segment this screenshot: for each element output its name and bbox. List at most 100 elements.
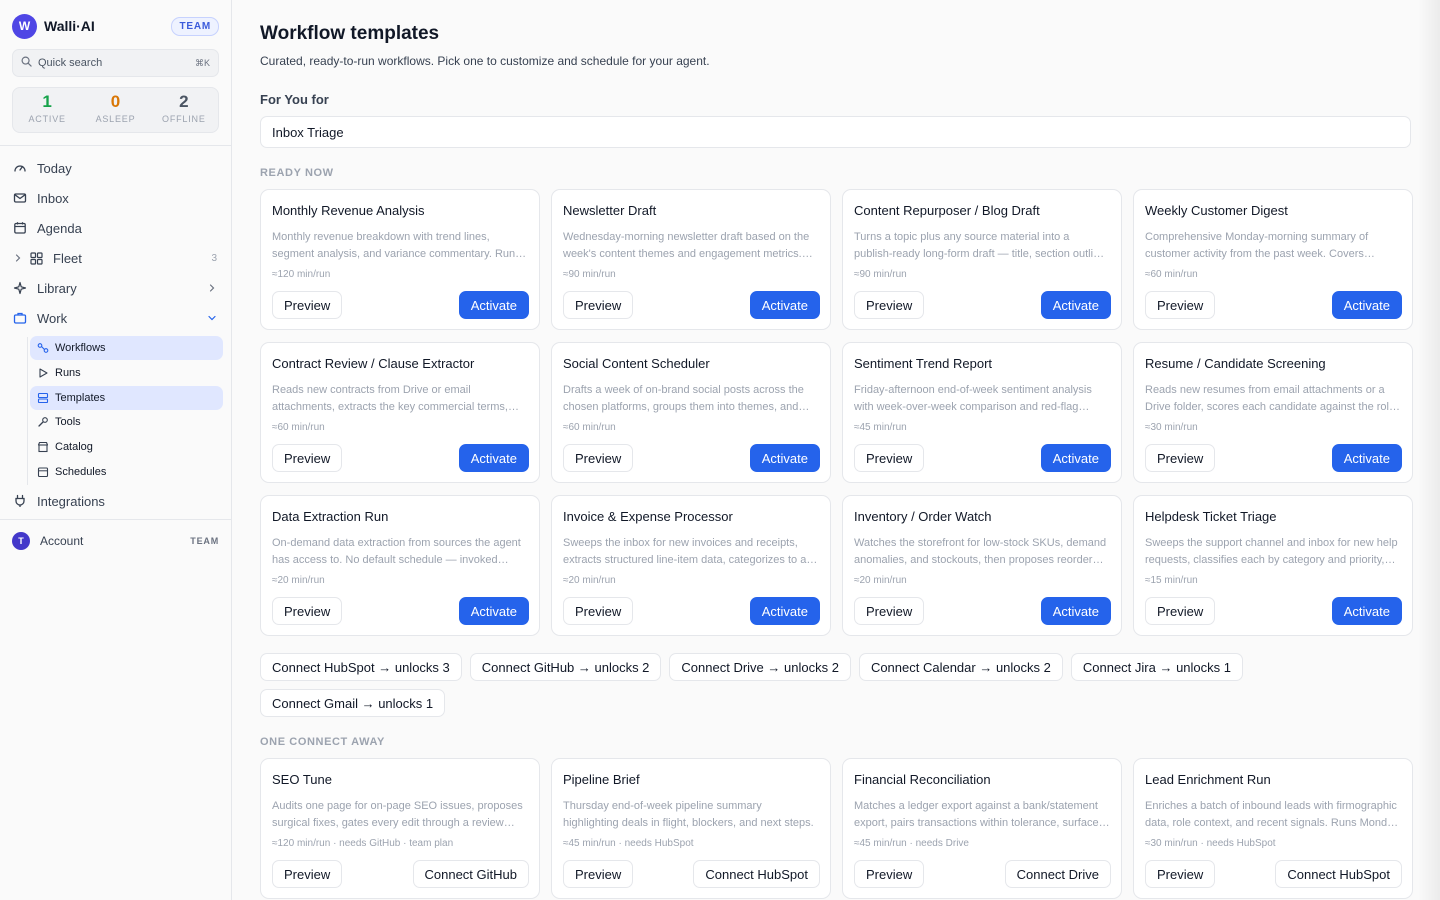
chevron-down-icon[interactable] bbox=[207, 313, 217, 323]
subnav-runs[interactable]: Runs bbox=[30, 361, 223, 385]
nav-today[interactable]: Today bbox=[12, 155, 223, 181]
quick-search[interactable]: ⌘K bbox=[12, 49, 219, 77]
template-description: Reads new resumes from email attachments… bbox=[1145, 384, 1396, 413]
activate-button[interactable]: Activate bbox=[458, 291, 529, 319]
activate-button[interactable]: Activate bbox=[1331, 444, 1402, 472]
activate-button[interactable]: Activate bbox=[749, 444, 820, 472]
connect-integration-button[interactable]: Connect HubSpot bbox=[1275, 860, 1402, 888]
stat-asleep[interactable]: 0 ASLEEP bbox=[81, 88, 149, 132]
preview-button[interactable]: Preview bbox=[854, 444, 925, 472]
preview-button[interactable]: Preview bbox=[272, 860, 343, 888]
connect-chip[interactable]: Connect HubSpot → unlocks 3 bbox=[260, 653, 462, 681]
account-menu[interactable]: T Account TEAM bbox=[12, 530, 219, 552]
template-title: Content Repurposer / Blog Draft bbox=[854, 203, 1040, 218]
template-title: Resume / Candidate Screening bbox=[1145, 356, 1326, 371]
preview-button[interactable]: Preview bbox=[854, 860, 925, 888]
template-actions: Preview Activate bbox=[1145, 597, 1402, 625]
subnav-schedules-label: Schedules bbox=[55, 466, 107, 478]
connect-chip[interactable]: Connect GitHub → unlocks 2 bbox=[469, 653, 662, 681]
activate-button[interactable]: Activate bbox=[749, 597, 820, 625]
template-icon bbox=[36, 392, 49, 405]
preview-button[interactable]: Preview bbox=[563, 444, 634, 472]
template-card[interactable]: Pipeline Brief Thursday end-of-week pipel… bbox=[551, 758, 831, 899]
template-title: Inventory / Order Watch bbox=[854, 509, 992, 524]
preview-button[interactable]: Preview bbox=[1145, 597, 1216, 625]
connect-chip[interactable]: Connect Gmail → unlocks 1 bbox=[260, 689, 446, 717]
template-actions: Preview Connect HubSpot bbox=[563, 860, 820, 888]
preview-button[interactable]: Preview bbox=[563, 291, 634, 319]
activate-button[interactable]: Activate bbox=[1040, 291, 1111, 319]
ready-templates-grid: Monthly Revenue Analysis Monthly revenue … bbox=[260, 189, 1413, 636]
template-card[interactable]: Newsletter Draft Wednesday-morning newsle… bbox=[551, 189, 831, 330]
connect-chip[interactable]: Connect Calendar → unlocks 2 bbox=[858, 653, 1063, 681]
activate-button[interactable]: Activate bbox=[458, 597, 529, 625]
preview-button[interactable]: Preview bbox=[1145, 860, 1216, 888]
nav-integrations[interactable]: Integrations bbox=[12, 488, 223, 514]
preview-button[interactable]: Preview bbox=[854, 291, 925, 319]
template-card[interactable]: SEO Tune Audits one page for on-page SEO … bbox=[260, 758, 540, 899]
preview-button[interactable]: Preview bbox=[272, 291, 343, 319]
preview-button[interactable]: Preview bbox=[1145, 444, 1216, 472]
for-you-field[interactable] bbox=[260, 116, 1411, 148]
stat-active-label: ACTIVE bbox=[28, 114, 66, 124]
connect-integration-button[interactable]: Connect GitHub bbox=[412, 860, 529, 888]
template-description: Matches a ledger export against a bank/s… bbox=[854, 800, 1105, 829]
template-card[interactable]: Helpdesk Ticket Triage Sweeps the support… bbox=[1133, 495, 1413, 636]
nav-fleet[interactable]: Fleet 3 bbox=[12, 245, 223, 271]
template-card[interactable]: Invoice & Expense Processor Sweeps the in… bbox=[551, 495, 831, 636]
subnav-schedules[interactable]: Schedules bbox=[30, 460, 223, 484]
activate-button[interactable]: Activate bbox=[749, 291, 820, 319]
activate-button[interactable]: Activate bbox=[1331, 597, 1402, 625]
stat-active[interactable]: 1 ACTIVE bbox=[13, 88, 81, 132]
gauge-icon bbox=[12, 160, 28, 176]
search-input[interactable] bbox=[38, 57, 195, 69]
subnav-workflows[interactable]: Workflows bbox=[30, 336, 223, 360]
brand-logo: W bbox=[12, 13, 37, 39]
subnav-templates[interactable]: Templates bbox=[30, 386, 223, 410]
nav-inbox[interactable]: Inbox bbox=[12, 185, 223, 211]
preview-button[interactable]: Preview bbox=[854, 597, 925, 625]
template-title: SEO Tune bbox=[272, 772, 332, 787]
nav-agenda[interactable]: Agenda bbox=[12, 215, 223, 241]
preview-button[interactable]: Preview bbox=[1145, 291, 1216, 319]
subnav-catalog[interactable]: Catalog bbox=[30, 435, 223, 459]
brand[interactable]: W Walli·AI TEAM bbox=[12, 13, 219, 39]
connect-chip[interactable]: Connect Jira → unlocks 1 bbox=[1070, 653, 1243, 681]
chevron-right-icon[interactable] bbox=[207, 283, 217, 293]
template-actions: Preview Activate bbox=[563, 444, 820, 472]
template-card[interactable]: Content Repurposer / Blog Draft Turns a t… bbox=[842, 189, 1122, 330]
activate-button[interactable]: Activate bbox=[458, 444, 529, 472]
template-card[interactable]: Data Extraction Run On-demand data extrac… bbox=[260, 495, 540, 636]
template-card[interactable]: Lead Enrichment Run Enriches a batch of i… bbox=[1133, 758, 1413, 899]
activate-button[interactable]: Activate bbox=[1040, 597, 1111, 625]
template-card[interactable]: Resume / Candidate Screening Reads new re… bbox=[1133, 342, 1413, 483]
preview-button[interactable]: Preview bbox=[272, 597, 343, 625]
activate-button[interactable]: Activate bbox=[1331, 291, 1402, 319]
agent-status-summary: 1 ACTIVE 0 ASLEEP 2 OFFLINE bbox=[12, 87, 219, 133]
preview-button[interactable]: Preview bbox=[563, 860, 634, 888]
nav-library[interactable]: Library bbox=[12, 275, 223, 301]
preview-button[interactable]: Preview bbox=[563, 597, 634, 625]
subnav-tools[interactable]: Tools bbox=[30, 410, 223, 434]
activate-button[interactable]: Activate bbox=[1040, 444, 1111, 472]
stat-offline[interactable]: 2 OFFLINE bbox=[150, 88, 218, 132]
template-card[interactable]: Weekly Customer Digest Comprehensive Mond… bbox=[1133, 189, 1413, 330]
preview-button[interactable]: Preview bbox=[272, 444, 343, 472]
template-card[interactable]: Inventory / Order Watch Watches the store… bbox=[842, 495, 1122, 636]
template-meta: ≈90 min/run bbox=[563, 269, 616, 280]
connect-integration-button[interactable]: Connect Drive bbox=[1004, 860, 1111, 888]
template-meta: ≈120 min/run · needs GitHub · team plan bbox=[272, 838, 454, 849]
nav-work[interactable]: Work bbox=[12, 305, 223, 331]
template-card[interactable]: Contract Review / Clause Extractor Reads … bbox=[260, 342, 540, 483]
connect-chip[interactable]: Connect Drive → unlocks 2 bbox=[669, 653, 851, 681]
connect-integration-button[interactable]: Connect HubSpot bbox=[693, 860, 820, 888]
template-meta: ≈20 min/run bbox=[854, 575, 907, 586]
template-card[interactable]: Monthly Revenue Analysis Monthly revenue … bbox=[260, 189, 540, 330]
template-card[interactable]: Financial Reconciliation Matches a ledger… bbox=[842, 758, 1122, 899]
briefcase-icon bbox=[12, 310, 28, 326]
template-card[interactable]: Sentiment Trend Report Friday-afternoon e… bbox=[842, 342, 1122, 483]
template-description: Sweeps the inbox for new invoices and re… bbox=[563, 537, 807, 566]
chevron-right-icon[interactable] bbox=[12, 250, 24, 266]
template-meta: ≈15 min/run bbox=[1145, 575, 1198, 586]
template-card[interactable]: Social Content Scheduler Drafts a week of… bbox=[551, 342, 831, 483]
